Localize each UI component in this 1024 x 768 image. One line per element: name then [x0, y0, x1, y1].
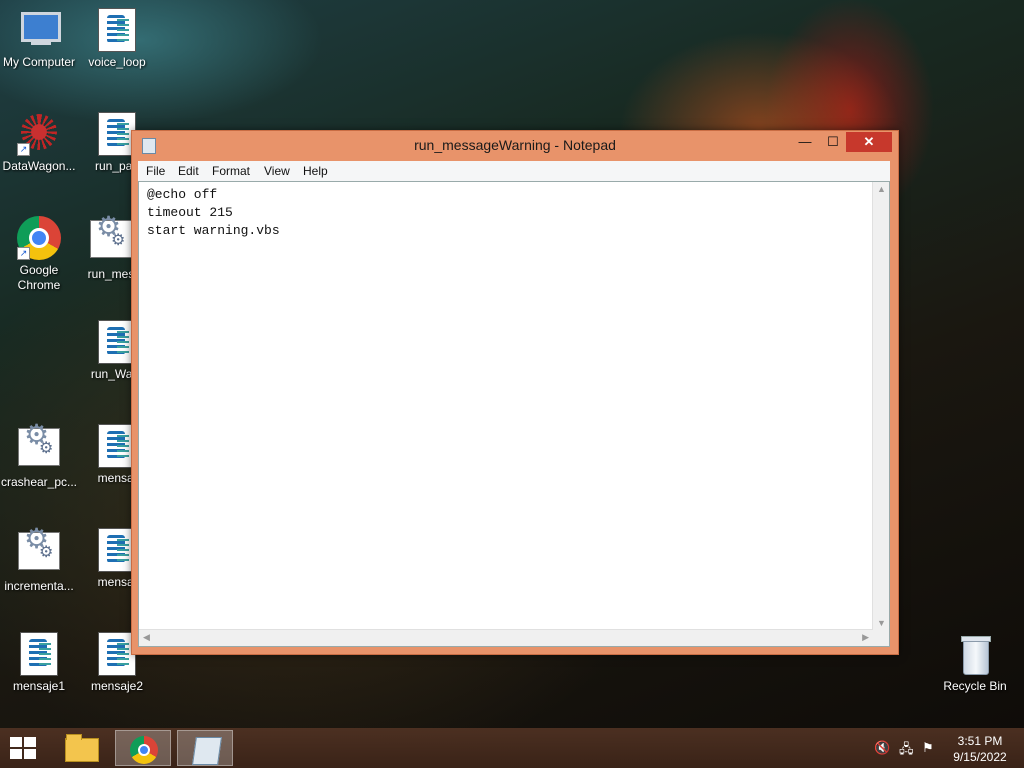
taskbar: 🔇 🖧 ⚑ 3:51 PM 9/15/2022 — [0, 728, 1024, 768]
menu-file[interactable]: File — [146, 164, 165, 178]
settings-file-icon — [17, 427, 61, 472]
folder-icon — [65, 734, 99, 762]
scroll-left-icon[interactable]: ◀ — [143, 632, 150, 643]
network-icon[interactable]: 🖧 — [899, 740, 914, 762]
notepad-window[interactable]: run_messageWarning - Notepad — ☐ ✕ File … — [131, 130, 899, 655]
script-icon — [95, 8, 139, 52]
desktop-icon-mensaje1[interactable]: mensaje1 — [0, 632, 80, 694]
resize-grip[interactable] — [873, 630, 889, 646]
taskbar-chrome[interactable] — [115, 730, 171, 766]
scroll-right-icon[interactable]: ▶ — [862, 632, 869, 643]
settings-file-icon — [17, 531, 61, 576]
desktop-icon-label: voice_loop — [88, 55, 146, 69]
horizontal-scrollbar[interactable]: ◀ ▶ — [139, 629, 873, 646]
title-bar[interactable]: run_messageWarning - Notepad — ☐ ✕ — [132, 131, 898, 161]
start-button[interactable] — [10, 737, 38, 761]
action-center-flag-icon[interactable]: ⚑ — [922, 740, 934, 756]
desktop-icon-label: Google Chrome — [17, 263, 61, 292]
window-title: run_messageWarning - Notepad — [414, 137, 616, 153]
clock[interactable]: 3:51 PM 9/15/2022 — [950, 733, 1010, 765]
computer-icon — [17, 8, 61, 52]
desktop-icon-recycle-bin[interactable]: Recycle Bin — [934, 632, 1016, 694]
maximize-button[interactable]: ☐ — [820, 132, 846, 152]
clock-time: 3:51 PM — [957, 734, 1003, 748]
volume-muted-icon[interactable]: 🔇 — [874, 740, 890, 756]
close-button[interactable]: ✕ — [846, 132, 892, 152]
menu-view[interactable]: View — [264, 164, 290, 178]
clock-date: 9/15/2022 — [953, 750, 1007, 764]
text-editor[interactable]: @echo off timeout 215 start warning.vbs … — [138, 181, 890, 647]
chrome-icon — [130, 736, 158, 764]
windows-logo-icon — [10, 737, 22, 747]
scroll-down-icon[interactable]: ▼ — [877, 618, 886, 628]
datawagon-icon: ↗ — [17, 112, 61, 156]
settings-file-icon — [89, 219, 133, 264]
script-icon — [17, 632, 61, 676]
recycle-bin-icon — [953, 632, 997, 676]
scroll-up-icon[interactable]: ▲ — [877, 184, 886, 194]
taskbar-file-explorer[interactable] — [53, 730, 109, 766]
notepad-icon — [192, 737, 222, 765]
desktop-icon-label: incrementa... — [4, 579, 74, 593]
desktop-icon-datawagon[interactable]: ↗ DataWagon... — [0, 112, 80, 174]
desktop-icon-crashear-pc[interactable]: crashear_pc... — [0, 424, 80, 490]
document-text[interactable]: @echo off timeout 215 start warning.vbs — [147, 186, 867, 240]
desktop-icon-label: DataWagon... — [2, 159, 76, 173]
menu-edit[interactable]: Edit — [178, 164, 199, 178]
desktop-icon-label: My Computer — [2, 55, 76, 69]
desktop-icon-voice-loop[interactable]: voice_loop — [76, 8, 158, 70]
desktop-icon-google-chrome[interactable]: ↗ Google Chrome — [0, 216, 80, 293]
shortcut-arrow-icon: ↗ — [17, 247, 30, 260]
chrome-icon: ↗ — [17, 216, 61, 260]
menu-bar: File Edit Format View Help — [138, 161, 890, 181]
vertical-scrollbar[interactable]: ▲ ▼ — [872, 182, 889, 630]
shortcut-arrow-icon: ↗ — [17, 143, 30, 156]
menu-help[interactable]: Help — [303, 164, 328, 178]
desktop-icon-label: mensaje2 — [90, 679, 144, 693]
menu-format[interactable]: Format — [212, 164, 250, 178]
desktop-icon-label: crashear_pc... — [0, 475, 78, 489]
taskbar-notepad[interactable] — [177, 730, 233, 766]
desktop-icon-incrementa[interactable]: incrementa... — [0, 528, 80, 594]
desktop-icon-label: mensaje1 — [12, 679, 66, 693]
desktop-icon-label: Recycle Bin — [943, 679, 1007, 693]
desktop-icon-my-computer[interactable]: My Computer — [0, 8, 80, 70]
minimize-button[interactable]: — — [792, 132, 818, 152]
